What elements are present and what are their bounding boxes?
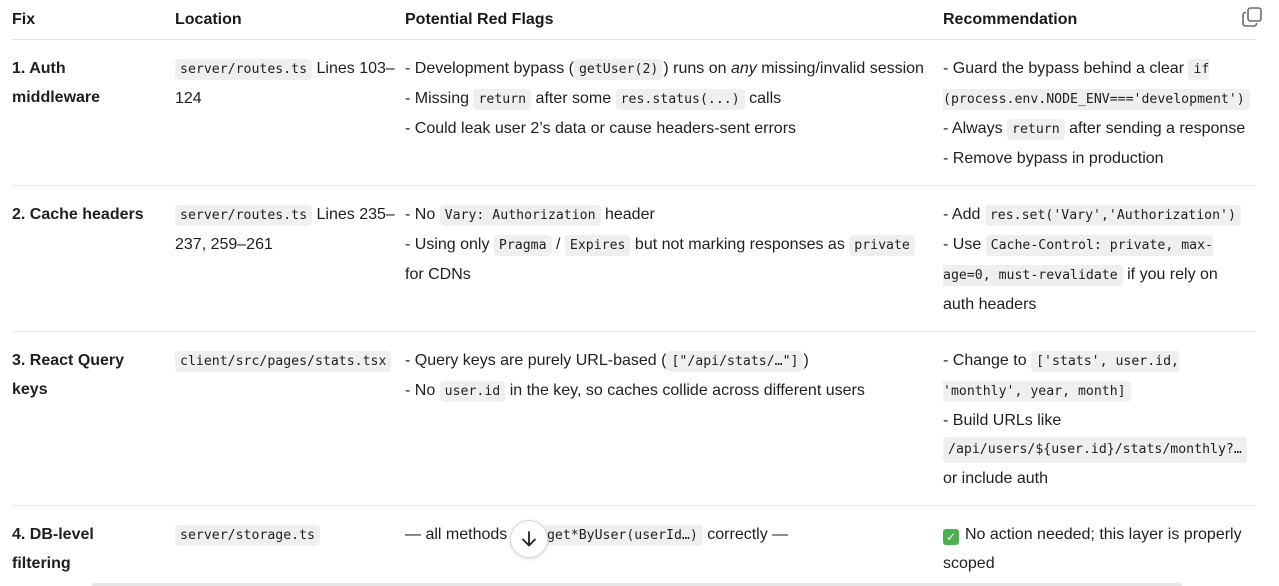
rec-line: - Build URLs like /api/users/${user.id}/… (943, 406, 1247, 493)
flag-line: - No Vary: Authorization header (405, 200, 933, 230)
fixes-table: Fix Location Potential Red Flags Recomme… (12, 0, 1256, 586)
rec-line: - Add res.set('Vary','Authorization') (943, 200, 1246, 230)
inline-code: return (1007, 119, 1065, 140)
location-cell: client/src/pages/stats.tsx (175, 331, 405, 506)
flag-line: - Development bypass (getUser(2)) runs o… (405, 54, 933, 84)
rec-text: - Use (943, 236, 986, 253)
scroll-to-bottom-button[interactable] (510, 520, 548, 558)
flag-text: - Missing (405, 90, 474, 107)
rec-text: or include auth (943, 470, 1048, 487)
flag-text: but not marking responses as (630, 236, 850, 253)
rec-text: after sending a response (1064, 120, 1246, 137)
rec-line: - Change to ['stats', user.id, 'monthly'… (943, 346, 1246, 406)
file-path: client/src/pages/stats.tsx (175, 351, 392, 372)
flag-line: - Could leak user 2’s data or cause head… (405, 120, 797, 137)
file-path: server/routes.ts (175, 205, 313, 226)
fix-cell: 2. Cache headers (12, 185, 175, 332)
table-row: 1. Auth middleware server/routes.ts Line… (12, 39, 1256, 186)
file-path: server/routes.ts (175, 59, 313, 80)
chat-response-table-view: Fix Location Potential Red Flags Recomme… (0, 0, 1279, 586)
header-red-flags: Potential Red Flags (405, 0, 943, 40)
flag-text: ) (803, 352, 809, 369)
inline-code: Pragma (493, 235, 552, 256)
inline-code: ["/api/stats/…"] (666, 351, 804, 372)
inline-code: private (849, 235, 915, 256)
header-location: Location (175, 0, 405, 40)
inline-code: res.set('Vary','Authorization') (984, 205, 1241, 226)
emphasis-text: any (730, 60, 757, 77)
table-row: 2. Cache headers server/routes.ts Lines … (12, 185, 1256, 332)
flag-text: - No (405, 382, 440, 399)
inline-code: getUser(2) (573, 59, 664, 80)
location-cell: server/storage.ts (175, 505, 405, 586)
flag-line: - Using only Pragma / Expires but not ma… (405, 230, 933, 289)
flag-text: - Development bypass ( (405, 60, 574, 77)
flag-text: ) runs on (663, 60, 731, 77)
location-cell: server/routes.ts Lines 235–237, 259–261 (175, 185, 405, 332)
recommendation-cell: - Add res.set('Vary','Authorization') - … (943, 185, 1256, 332)
recommendation-cell: - Guard the bypass behind a clear if (pr… (943, 39, 1256, 186)
flag-text: - No (405, 206, 440, 223)
table-header-row: Fix Location Potential Red Flags Recomme… (12, 0, 1256, 40)
rec-text: - Change to (943, 352, 1032, 369)
table-row: 4. DB-level filtering server/storage.ts … (12, 505, 1256, 586)
flag-line: - No user.id in the key, so caches colli… (405, 376, 933, 406)
fix-cell: 1. Auth middleware (12, 39, 175, 186)
arrow-down-icon (522, 531, 536, 547)
recommendation-cell: - Change to ['stats', user.id, 'monthly'… (943, 331, 1256, 506)
flag-text: correctly — (702, 526, 789, 543)
check-mark-icon: ✓ (943, 529, 959, 545)
flag-text: header (600, 206, 655, 223)
header-recommendation: Recommendation (943, 0, 1256, 40)
inline-code: Expires (564, 235, 631, 256)
rec-text: - Always (943, 120, 1008, 137)
flag-text: - Using only (405, 236, 494, 253)
red-flags-cell: — all methods use get*ByUser(userId…) co… (405, 505, 943, 586)
flag-text: in the key, so caches collide across dif… (505, 382, 865, 399)
recommendation-cell: ✓ No action needed; this layer is properl… (943, 505, 1256, 586)
flag-text: - Query keys are purely URL-based ( (405, 352, 667, 369)
header-fix: Fix (12, 0, 175, 40)
flag-text: calls (744, 90, 782, 107)
red-flags-cell: - No Vary: Authorization header - Using … (405, 185, 943, 332)
location-cell: server/routes.ts Lines 103–124 (175, 39, 405, 186)
inline-code: return (473, 89, 532, 110)
flag-text: missing/invalid session (756, 60, 924, 77)
inline-code: /api/users/${user.id}/stats/monthly?… (943, 437, 1247, 463)
red-flags-cell: - Development bypass (getUser(2)) runs o… (405, 39, 943, 186)
red-flags-cell: - Query keys are purely URL-based (["/ap… (405, 331, 943, 506)
flag-line: - Missing return after some res.status(.… (405, 84, 933, 114)
inline-code: user.id (439, 381, 506, 402)
flag-line: - Query keys are purely URL-based (["/ap… (405, 346, 933, 376)
inline-code: Vary: Authorization (439, 205, 601, 226)
rec-line: - Always return after sending a response (943, 114, 1246, 144)
flag-text: for CDNs (405, 266, 471, 283)
table-row: 3. React Query keys client/src/pages/sta… (12, 331, 1256, 506)
flag-line: — all methods use get*ByUser(userId…) co… (405, 520, 933, 550)
rec-text: - Add (943, 206, 985, 223)
inline-code: res.status(...) (615, 89, 745, 110)
rec-text: - Build URLs like (943, 412, 1062, 429)
inline-code: get*ByUser(userId…) (541, 525, 703, 546)
fix-cell: 4. DB-level filtering (12, 505, 175, 586)
rec-line: - Remove bypass in production (943, 150, 1164, 167)
flag-text: after some (531, 90, 616, 107)
rec-line: - Use Cache-Control: private, max-age=0,… (943, 230, 1246, 319)
file-path: server/storage.ts (175, 525, 320, 546)
rec-text: - Guard the bypass behind a clear (943, 60, 1189, 77)
rec-text: No action needed; this layer is properly… (943, 526, 1242, 572)
fix-cell: 3. React Query keys (12, 331, 175, 506)
rec-line: - Guard the bypass behind a clear if (pr… (943, 54, 1250, 114)
rec-line: ✓ No action needed; this layer is properl… (943, 520, 1246, 578)
flag-text: / (551, 236, 565, 253)
